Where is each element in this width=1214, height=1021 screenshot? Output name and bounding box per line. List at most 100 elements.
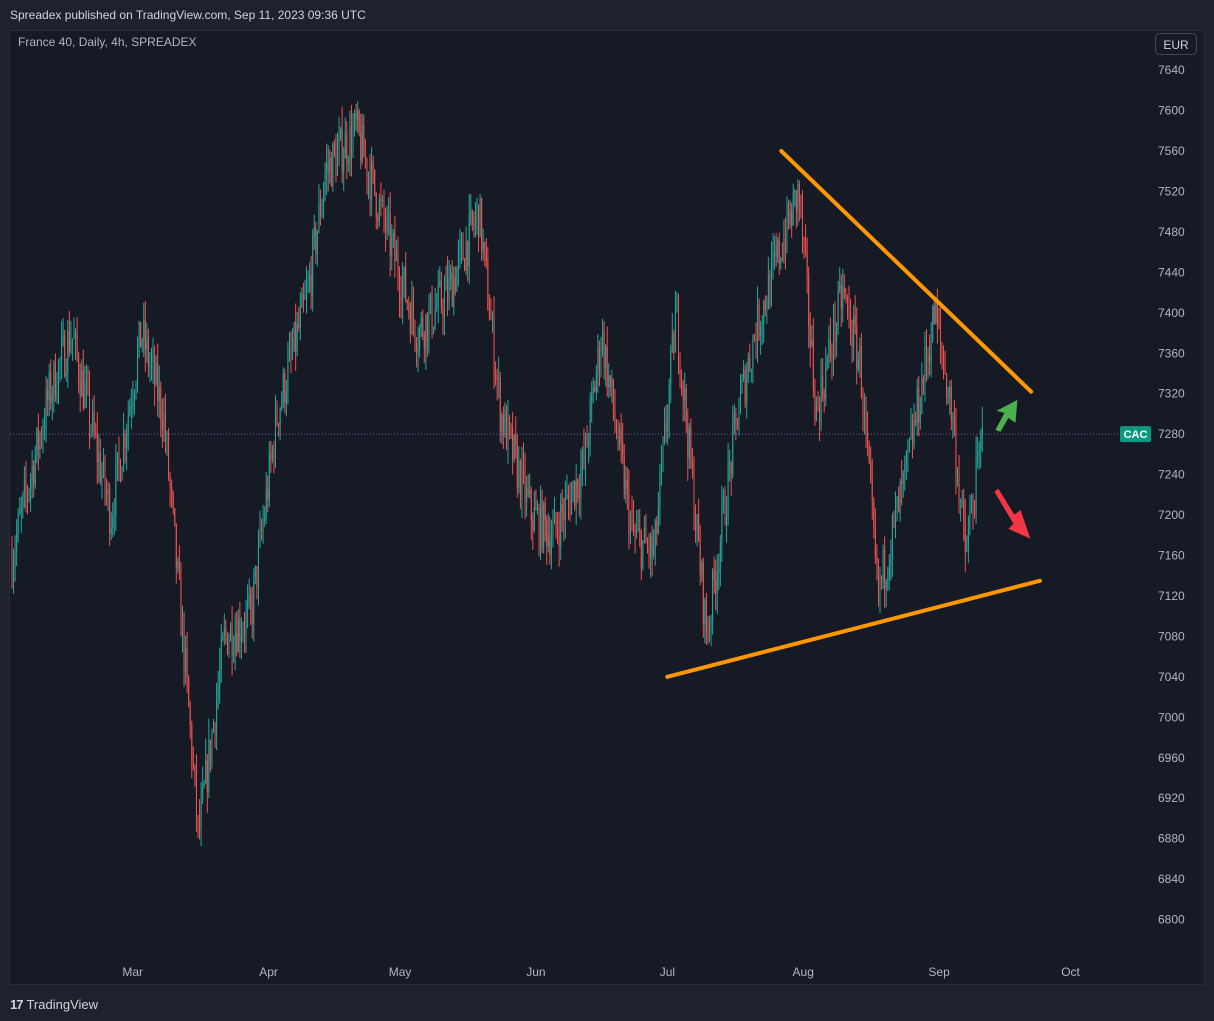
candle bbox=[220, 624, 222, 683]
candle-body bbox=[943, 355, 945, 369]
candle-body bbox=[772, 254, 774, 259]
candle-body bbox=[90, 429, 92, 431]
candle bbox=[54, 353, 56, 402]
candle bbox=[323, 181, 325, 220]
candle bbox=[199, 799, 201, 840]
candle bbox=[538, 503, 540, 557]
candle-body bbox=[59, 359, 61, 362]
candle bbox=[504, 402, 506, 438]
candle bbox=[800, 194, 802, 219]
candle-body bbox=[792, 193, 794, 226]
candle bbox=[769, 269, 771, 309]
candle bbox=[571, 481, 573, 516]
candle-body bbox=[701, 562, 703, 575]
candle bbox=[698, 498, 700, 542]
candle bbox=[820, 358, 822, 432]
candle bbox=[616, 418, 617, 440]
candle-body bbox=[829, 338, 831, 355]
candle-body bbox=[236, 633, 238, 652]
candle-body bbox=[761, 324, 763, 330]
candle bbox=[45, 375, 47, 443]
y-tick-label: 7040 bbox=[1158, 670, 1185, 684]
candle-body bbox=[79, 380, 81, 397]
candle bbox=[566, 474, 568, 500]
candle-body bbox=[736, 418, 738, 429]
candle bbox=[918, 375, 920, 437]
candle bbox=[295, 303, 297, 372]
candlestick-chart[interactable]: 6800 6840 6880 6920 6960 7000 7040 7080 7120 7160… bbox=[0, 0, 1214, 1021]
candle-body bbox=[636, 529, 638, 534]
candle bbox=[837, 280, 839, 335]
candle bbox=[550, 519, 552, 570]
candle bbox=[147, 328, 149, 378]
candle-body bbox=[262, 521, 264, 533]
candle-body bbox=[233, 652, 235, 656]
candle-body bbox=[549, 535, 551, 556]
candle bbox=[209, 739, 211, 773]
candle-body bbox=[28, 491, 30, 496]
candle-body bbox=[667, 418, 669, 432]
candle-body bbox=[405, 267, 407, 301]
candle bbox=[611, 369, 613, 403]
candle bbox=[62, 318, 64, 347]
candle-body bbox=[678, 303, 679, 362]
candle bbox=[549, 516, 551, 565]
candle bbox=[947, 386, 949, 404]
candle bbox=[682, 380, 684, 422]
candle-body bbox=[695, 525, 697, 530]
candle-body bbox=[817, 402, 819, 406]
currency-button[interactable]: EUR bbox=[1155, 33, 1197, 55]
candle bbox=[888, 553, 890, 591]
candle bbox=[730, 460, 732, 497]
candle-body bbox=[389, 213, 391, 257]
candle bbox=[251, 586, 253, 639]
trendline bbox=[779, 149, 1034, 394]
candle-body bbox=[437, 284, 439, 308]
candle-body bbox=[876, 556, 878, 565]
candle bbox=[412, 286, 414, 337]
candle bbox=[319, 189, 321, 226]
y-tick-label: 6960 bbox=[1158, 751, 1185, 765]
candle-body bbox=[908, 438, 910, 450]
candle-body bbox=[31, 466, 33, 480]
candle bbox=[505, 404, 507, 451]
candle bbox=[169, 471, 171, 507]
candle-body bbox=[972, 508, 974, 513]
candle-body bbox=[936, 302, 938, 323]
candle-body bbox=[254, 566, 256, 579]
candle-body bbox=[512, 428, 514, 460]
candle bbox=[42, 418, 44, 454]
y-tick-label: 7120 bbox=[1158, 589, 1185, 603]
candle-body bbox=[471, 210, 473, 223]
candle bbox=[667, 403, 669, 446]
candle-body bbox=[115, 464, 117, 516]
candle-body bbox=[856, 325, 858, 370]
candle-body bbox=[681, 379, 683, 381]
candle-body bbox=[980, 435, 982, 451]
candle-body bbox=[808, 273, 810, 327]
y-tick-label: 7240 bbox=[1158, 468, 1185, 482]
candle bbox=[758, 298, 760, 341]
candle-body bbox=[191, 725, 193, 765]
candle-body bbox=[104, 458, 106, 492]
candle-body bbox=[967, 528, 969, 549]
candle bbox=[705, 592, 707, 645]
candle bbox=[375, 192, 377, 230]
candle bbox=[509, 414, 511, 440]
candle-body bbox=[614, 410, 616, 424]
candle bbox=[536, 499, 538, 515]
candle bbox=[614, 389, 616, 434]
candle-body bbox=[715, 580, 717, 594]
candle bbox=[81, 359, 83, 398]
candle bbox=[109, 482, 111, 546]
candle-body bbox=[138, 322, 140, 349]
candle-body bbox=[879, 576, 881, 593]
candle bbox=[617, 419, 619, 451]
candle-body bbox=[380, 199, 382, 202]
candle bbox=[53, 359, 55, 413]
candle-body bbox=[392, 233, 394, 238]
candle-body bbox=[927, 355, 929, 362]
candle-body bbox=[901, 481, 903, 484]
footer-brand[interactable]: 17 TradingView bbox=[10, 994, 98, 1014]
candle-body bbox=[337, 149, 338, 176]
